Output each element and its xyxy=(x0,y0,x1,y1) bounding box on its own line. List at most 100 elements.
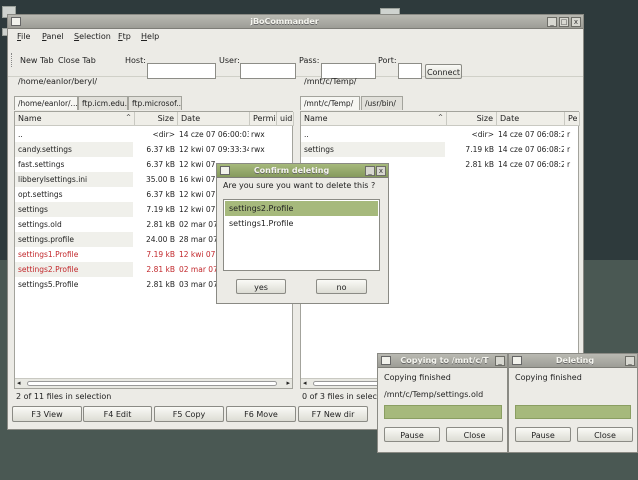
scroll-left-icon[interactable]: ◂ xyxy=(17,379,21,387)
scroll-thumb[interactable] xyxy=(27,381,277,386)
cell-name: .. xyxy=(18,130,23,139)
cell-name: settings2.Profile xyxy=(15,262,133,277)
list-item[interactable]: settings1.Profile xyxy=(225,216,378,231)
edit-button[interactable]: F4 Edit xyxy=(83,406,152,422)
menu-help[interactable]: Help xyxy=(141,32,159,41)
window-menu-icon[interactable] xyxy=(11,17,21,26)
column-name[interactable]: Name ^ xyxy=(301,112,447,126)
scroll-right-icon[interactable]: ▸ xyxy=(286,379,290,387)
left-horizontal-scrollbar[interactable]: ◂ ▸ xyxy=(15,378,292,388)
deleting-status: Copying finished xyxy=(515,373,582,382)
cell-size: 35.00 B xyxy=(145,175,175,184)
close-icon[interactable]: x xyxy=(376,166,386,176)
copying-dialog-titlebar[interactable]: Copying to /mnt/c/T _ xyxy=(378,354,507,368)
right-tab-usr-bin[interactable]: /usr/bin/ xyxy=(361,96,403,110)
menu-panel[interactable]: Panel xyxy=(42,32,64,41)
pass-label: Pass: xyxy=(299,56,320,65)
move-button[interactable]: F6 Move xyxy=(226,406,296,422)
view-button[interactable]: F3 View xyxy=(12,406,82,422)
minimize-icon[interactable]: _ xyxy=(495,356,505,366)
delete-close-button[interactable]: Close xyxy=(577,427,633,442)
cell-perm: r xyxy=(567,160,571,169)
close-icon[interactable]: x xyxy=(571,17,581,27)
cell-size: 7.19 kB xyxy=(146,205,175,214)
left-tab-ftp-microsoft[interactable]: ftp.microsof... xyxy=(128,96,182,110)
cell-size: 6.37 kB xyxy=(146,145,175,154)
cell-name: settings xyxy=(301,142,445,157)
column-date[interactable]: Date xyxy=(178,112,250,126)
cell-name: candy.settings xyxy=(15,142,133,157)
deleting-dialog-titlebar[interactable]: Deleting _ xyxy=(509,354,637,368)
main-window-title: jBoCommander xyxy=(250,17,319,26)
toolbar-grip xyxy=(11,53,13,67)
scroll-left-icon[interactable]: ◂ xyxy=(303,379,307,387)
connect-button[interactable]: Connect xyxy=(425,64,462,79)
column-name-label: Name xyxy=(304,114,328,123)
cell-name: fast.settings xyxy=(18,160,65,169)
left-tab-home[interactable]: /home/eanlor/... xyxy=(14,96,78,110)
window-menu-icon[interactable] xyxy=(220,166,230,175)
right-tab-temp[interactable]: /mnt/c/Temp/ xyxy=(300,96,360,110)
left-panel-status: 2 of 11 files in selection xyxy=(16,392,112,401)
cell-size: 6.37 kB xyxy=(146,160,175,169)
table-row[interactable]: candy.settings 6.37 kB 12 kwi 07 09:33:34 r… xyxy=(15,142,292,157)
minimize-icon[interactable]: _ xyxy=(547,17,557,27)
confirm-delete-dialog: Confirm deleting _ x Are you sure you wa… xyxy=(216,163,389,304)
main-window-titlebar[interactable]: jBoCommander _ □ x xyxy=(8,15,583,29)
copy-pause-button[interactable]: Pause xyxy=(384,427,440,442)
window-menu-icon[interactable] xyxy=(381,356,391,365)
cell-name: .. xyxy=(304,130,309,139)
column-name[interactable]: Name ^ xyxy=(15,112,135,126)
new-tab-button[interactable]: New Tab xyxy=(20,56,54,65)
new-dir-button[interactable]: F7 New dir xyxy=(298,406,368,422)
close-tab-button[interactable]: Close Tab xyxy=(58,56,96,65)
user-input[interactable] xyxy=(240,63,296,79)
delete-pause-button[interactable]: Pause xyxy=(515,427,571,442)
list-item[interactable]: settings2.Profile xyxy=(225,201,378,216)
table-row[interactable]: .. <dir> 14 cze 07 06:00:03 rwx xyxy=(15,127,292,142)
menu-ftp[interactable]: Ftp xyxy=(118,32,131,41)
connection-toolbar: New Tab Close Tab Host: User: Pass: Port… xyxy=(8,45,583,79)
left-tab-ftp-icm[interactable]: ftp.icm.edu... xyxy=(78,96,128,110)
yes-button[interactable]: yes xyxy=(236,279,286,294)
column-size[interactable]: Size xyxy=(447,112,497,126)
host-input[interactable] xyxy=(147,63,216,79)
minimize-icon[interactable]: _ xyxy=(365,166,375,176)
copying-dialog: Copying to /mnt/c/T _ Copying finished /… xyxy=(377,353,508,453)
cell-name: opt.settings xyxy=(18,190,63,199)
column-permissions-label: Pe xyxy=(568,114,578,123)
table-row[interactable]: .. <dir> 14 cze 07 06:08:29 r xyxy=(301,127,578,142)
deleting-dialog-title: Deleting xyxy=(555,356,595,365)
port-input[interactable] xyxy=(398,63,422,79)
maximize-icon[interactable]: □ xyxy=(559,17,569,27)
delete-progress-track xyxy=(515,405,631,419)
right-panel-path: /mnt/c/Temp/ xyxy=(304,77,357,86)
minimize-icon[interactable]: _ xyxy=(625,356,635,366)
cell-size: 7.19 kB xyxy=(146,250,175,259)
left-panel-path: /home/eanlor/beryl/ xyxy=(18,77,98,86)
column-size[interactable]: Size xyxy=(135,112,178,126)
menu-file[interactable]: File xyxy=(17,32,30,41)
menu-selection[interactable]: Selection xyxy=(74,32,111,41)
column-permissions-label: Permi xyxy=(253,114,276,123)
no-button[interactable]: no xyxy=(316,279,367,294)
column-permissions[interactable]: Permi xyxy=(250,112,277,126)
copy-button[interactable]: F5 Copy xyxy=(154,406,224,422)
cell-perm: r xyxy=(567,130,571,139)
column-date-label: Date xyxy=(500,114,520,123)
sort-arrow-icon: ^ xyxy=(125,114,131,121)
cell-size: <dir> xyxy=(152,130,176,139)
column-uid-label: uid xyxy=(280,114,293,123)
copy-close-button[interactable]: Close xyxy=(446,427,503,442)
table-row[interactable]: settings 7.19 kB 14 cze 07 06:08:29 r xyxy=(301,142,578,157)
column-uid[interactable]: uid xyxy=(277,112,294,126)
delete-file-list[interactable]: settings2.Profile settings1.Profile xyxy=(223,199,380,271)
confirm-dialog-titlebar[interactable]: Confirm deleting _ x xyxy=(217,164,388,178)
column-date[interactable]: Date xyxy=(497,112,565,126)
column-size-label: Size xyxy=(476,114,493,123)
window-menu-icon[interactable] xyxy=(512,356,522,365)
cell-size: 2.81 kB xyxy=(146,220,175,229)
cell-date: 12 kwi 07 09:33:34 xyxy=(179,145,249,154)
host-label: Host: xyxy=(125,56,146,65)
column-permissions[interactable]: Pe xyxy=(565,112,580,126)
